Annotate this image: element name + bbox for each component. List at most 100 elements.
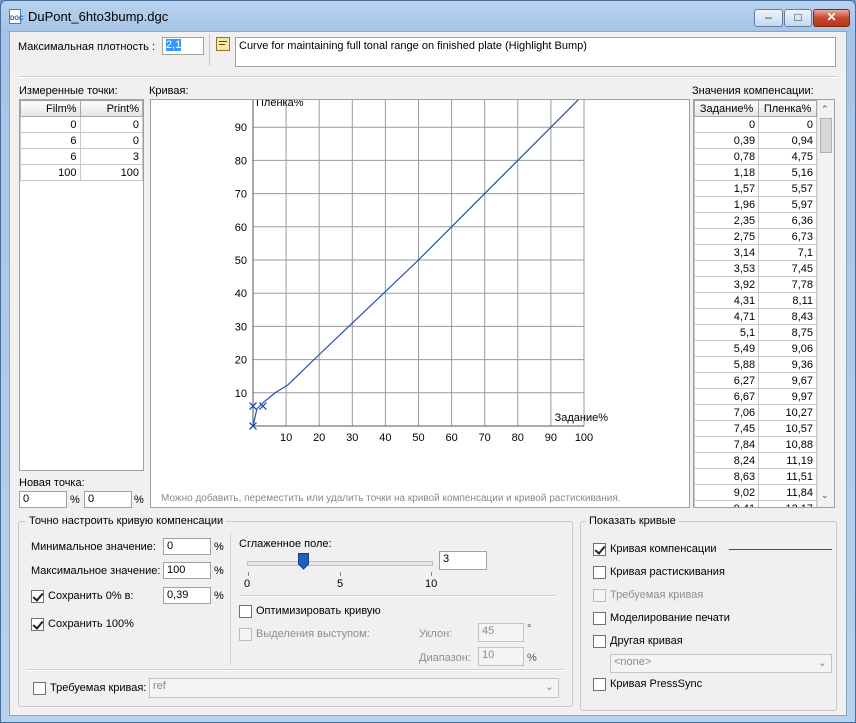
show-comp-label[interactable]: Кривая компенсации [610,543,717,555]
keep-0-input[interactable]: 0,39 [163,587,211,604]
table-cell[interactable]: 7,78 [758,276,817,293]
slope-input[interactable]: 45 [478,623,524,642]
description-field[interactable]: Curve for maintaining full tonal range o… [235,37,836,67]
table-cell[interactable]: 8,24 [694,452,760,469]
table-row[interactable]: 8,24 11,19 [694,452,817,469]
table-cell[interactable]: 3 [79,148,144,165]
table-row[interactable]: 00 [20,116,144,133]
table-row[interactable]: 3,14 7,1 [694,244,817,261]
smooth-slider-track[interactable] [247,561,433,566]
table-row[interactable]: 00 [694,116,817,133]
max-value-input[interactable]: 100 [163,562,211,579]
table-cell[interactable]: 6,27 [694,372,760,389]
table-cell[interactable]: 10,27 [758,404,817,421]
table-cell[interactable]: 3,53 [694,260,760,277]
keep-0-label[interactable]: Сохранить 0% в: [48,590,134,602]
scroll-thumb[interactable] [820,118,832,153]
scroll-up-icon[interactable]: ⌃ [821,104,829,115]
table-cell[interactable]: 6,67 [694,388,760,405]
table-row[interactable]: 9,4112,17 [694,500,817,507]
comp-scrollbar[interactable]: ⌃ ⌄ [817,100,834,507]
title-bar[interactable]: DGC DuPont_6hto3bump.dgc – □ ✕ [1,1,855,31]
bump-checkbox[interactable] [239,628,252,641]
table-cell[interactable]: 8,11 [758,292,817,309]
table-cell[interactable]: 100 [20,164,81,181]
optimize-label[interactable]: Оптимизировать кривую [256,605,381,617]
table-cell[interactable]: 4,31 [694,292,760,309]
table-cell[interactable]: 5,16 [758,164,817,181]
table-row[interactable]: 1,18 5,16 [694,164,817,181]
table-cell[interactable]: 10,88 [758,436,817,453]
table-cell[interactable]: 9,97 [758,388,817,405]
table-cell[interactable]: 2,75 [694,228,760,245]
new-point-film-input[interactable]: 0 [19,491,67,508]
table-cell[interactable]: 5,1 [694,324,760,341]
max-density-input[interactable]: 2,1 [162,37,204,55]
table-cell[interactable]: 2,35 [694,212,760,229]
required-curve-label[interactable]: Требуемая кривая: [50,682,146,694]
table-cell[interactable]: 0,78 [694,148,760,165]
table-row[interactable]: 60 [20,132,144,149]
table-row[interactable]: 4,31 8,11 [694,292,817,309]
table-row[interactable]: 5,1 8,75 [694,324,817,341]
show-simulation-checkbox[interactable] [593,612,606,625]
table-row[interactable]: 5,88 9,36 [694,356,817,373]
table-cell[interactable]: 9,67 [758,372,817,389]
table-row[interactable]: 1,96 5,97 [694,196,817,213]
table-cell[interactable]: 5,97 [758,196,817,213]
measured-col-print[interactable]: Print% [79,100,144,117]
table-cell[interactable]: 8,75 [758,324,817,341]
show-other-label[interactable]: Другая кривая [610,635,683,647]
table-cell[interactable]: 0 [79,116,144,133]
table-cell[interactable]: 3,14 [694,244,760,261]
table-row[interactable]: 3,53 7,45 [694,260,817,277]
table-row[interactable]: 0,78 4,75 [694,148,817,165]
table-cell[interactable]: 5,88 [694,356,760,373]
table-cell[interactable]: 1,96 [694,196,760,213]
table-cell[interactable]: 6 [20,132,81,149]
table-cell[interactable]: 10,57 [758,420,817,437]
show-presssync-label[interactable]: Кривая PressSync [610,678,702,690]
keep-100-checkbox[interactable] [31,618,44,631]
table-cell[interactable]: 8,63 [694,468,760,485]
table-cell[interactable]: 0,39 [694,132,760,149]
table-cell[interactable]: 9,02 [694,484,760,501]
table-row[interactable]: 6,67 9,97 [694,388,817,405]
table-cell[interactable]: 5,49 [694,340,760,357]
min-value-input[interactable]: 0 [163,538,211,555]
table-cell[interactable]: 4,75 [758,148,817,165]
scroll-down-icon[interactable]: ⌄ [821,490,829,501]
table-cell[interactable]: 1,57 [694,180,760,197]
table-row[interactable]: 5,49 9,06 [694,340,817,357]
note-icon[interactable] [216,37,230,51]
table-cell[interactable]: 6,73 [758,228,817,245]
table-row[interactable]: 2,75 6,73 [694,228,817,245]
table-cell[interactable]: 11,19 [758,452,817,469]
table-cell[interactable]: 0 [20,116,81,133]
table-cell[interactable]: 4,71 [694,308,760,325]
curve-chart[interactable]: 10 20 30 40 50 60 70 80 90 100 10 20 30 40 50 60 70 80 90 1… [151,89,689,507]
compensation-table[interactable]: Задание% Пленка% 0 0 0,39 0,94 0,78 4,75 1,18 5… [693,99,835,508]
table-cell[interactable]: 5,57 [758,180,817,197]
table-cell[interactable]: 7,06 [694,404,760,421]
show-other-checkbox[interactable] [593,635,606,648]
keep-0-checkbox[interactable] [31,590,44,603]
measured-col-film[interactable]: Film% [20,100,81,117]
table-cell[interactable]: 7,45 [758,260,817,277]
table-row[interactable]: 2,35 6,36 [694,212,817,229]
show-simulation-label[interactable]: Моделирование печати [610,612,730,624]
table-cell[interactable]: 8,43 [758,308,817,325]
table-cell[interactable]: 9,06 [758,340,817,357]
other-curve-select[interactable]: <none> ⌄ [610,654,832,673]
comp-col-film[interactable]: Пленка% [758,100,817,117]
show-comp-checkbox[interactable] [593,543,606,556]
close-button[interactable]: ✕ [813,9,850,27]
table-cell[interactable]: 7,1 [758,244,817,261]
table-cell[interactable]: 11,51 [758,468,817,485]
table-cell[interactable]: 7,84 [694,436,760,453]
table-cell[interactable]: 6 [20,148,81,165]
table-cell[interactable]: 3,92 [694,276,760,293]
table-row[interactable]: 63 [20,148,144,165]
comp-col-target[interactable]: Задание% [694,100,760,117]
new-point-print-input[interactable]: 0 [84,491,132,508]
